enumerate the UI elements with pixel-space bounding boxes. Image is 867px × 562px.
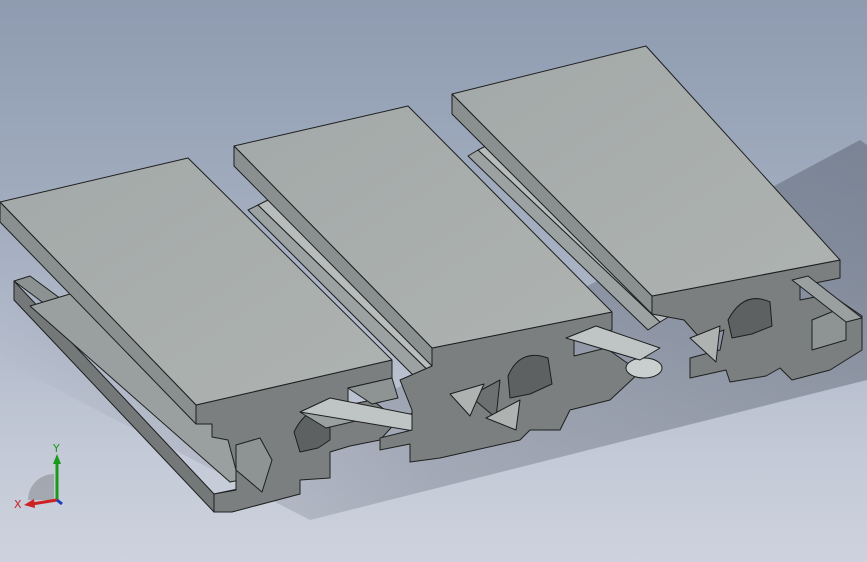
graphics-viewport[interactable]: Y X bbox=[0, 0, 867, 562]
model-view[interactable] bbox=[0, 0, 867, 562]
triad-quarter-disc bbox=[28, 474, 54, 500]
triad-y-arrow-icon bbox=[53, 454, 61, 464]
triad-x-arrow-icon bbox=[24, 499, 35, 508]
coordinate-triad[interactable]: Y X bbox=[10, 440, 80, 520]
triad-x-label: X bbox=[14, 498, 22, 511]
triad-z-axis bbox=[56, 498, 63, 506]
triad-y-label: Y bbox=[52, 442, 60, 455]
triad-x-axis bbox=[31, 498, 58, 506]
